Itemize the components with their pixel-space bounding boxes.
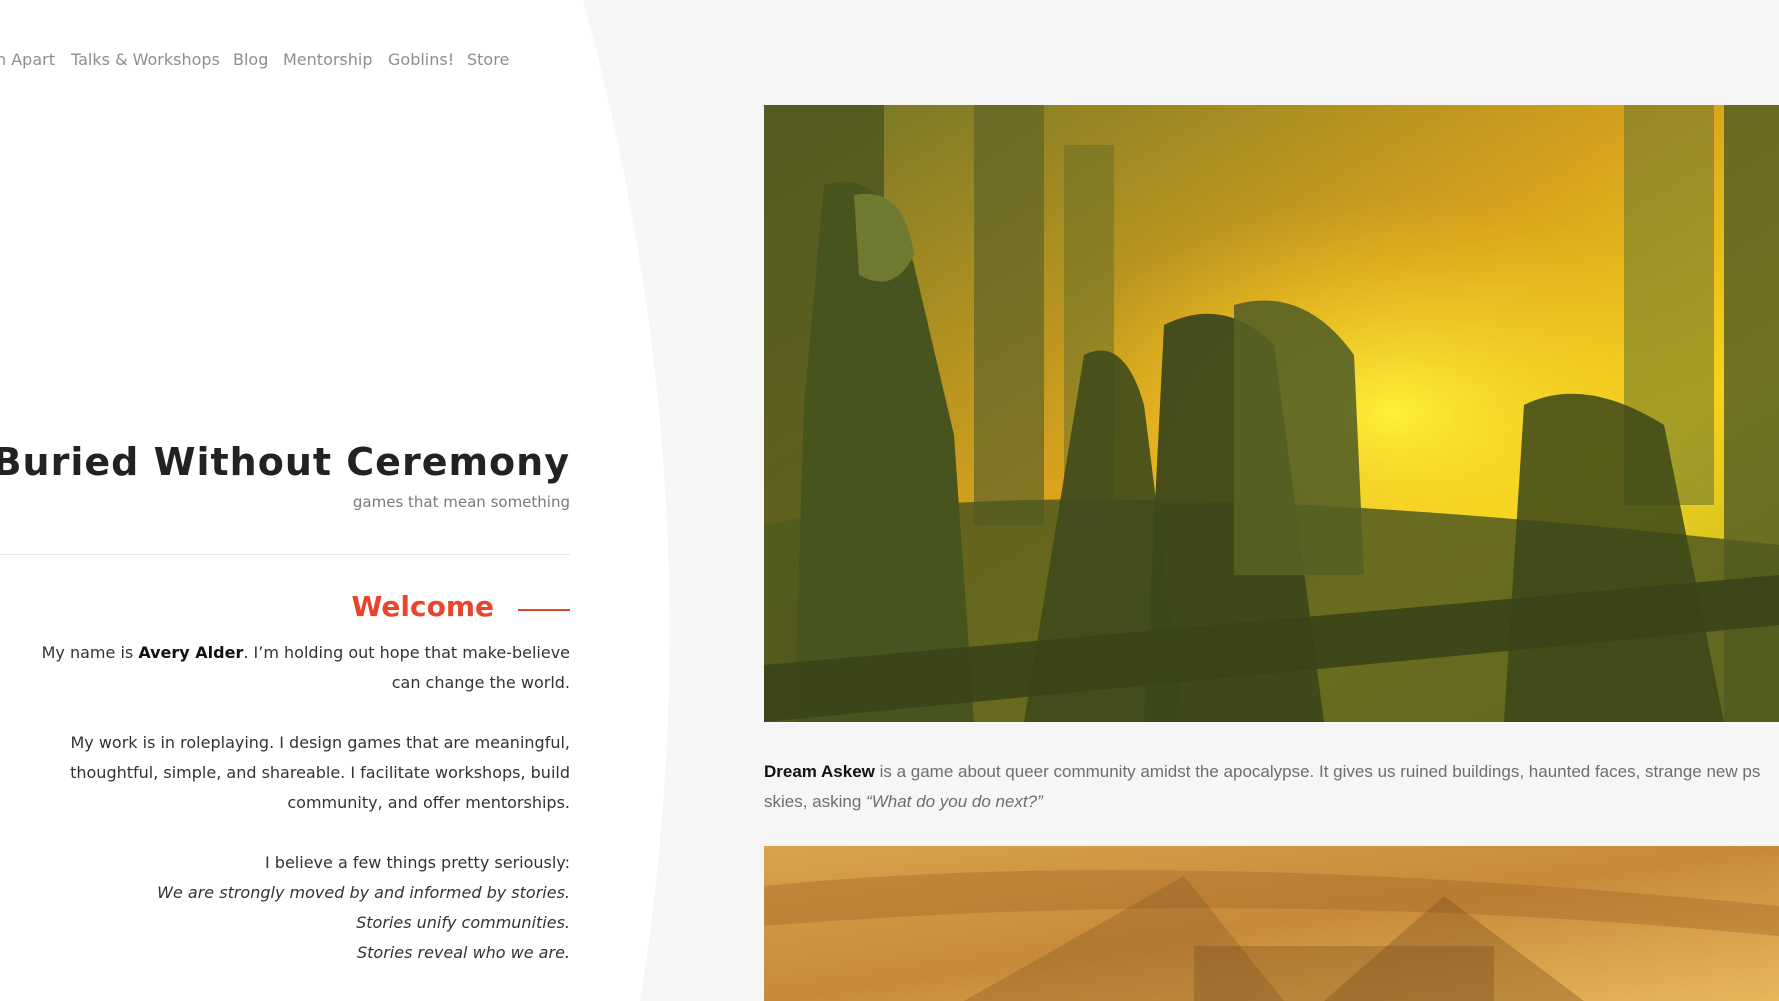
site-title[interactable]: Buried Without Ceremony xyxy=(0,440,570,484)
intro-paragraph-1: My name is Avery Alder. I’m holding out … xyxy=(10,638,570,698)
caption-line2-prefix: skies, asking xyxy=(764,792,867,811)
game-name-link[interactable]: Dream Askew xyxy=(764,762,875,781)
feature-caption: Dream Askew is a game about queer commun… xyxy=(764,757,1779,787)
dream-askew-illustration xyxy=(764,105,1779,722)
dream-askew-artwork[interactable] xyxy=(764,105,1779,722)
beliefs-block: I believe a few things pretty seriously:… xyxy=(10,848,570,968)
work-description: My work is in roleplaying. I design game… xyxy=(70,733,570,812)
header-divider xyxy=(0,554,570,555)
author-name: Avery Alder xyxy=(138,643,244,662)
intro-text-after: . I’m holding out hope that make-believe… xyxy=(243,643,570,692)
caption-quote: “What do you do next?” xyxy=(866,792,1043,811)
nav-item-store[interactable]: Store xyxy=(467,50,509,69)
welcome-accent-line xyxy=(518,609,570,611)
belief-item: Stories reveal who we are. xyxy=(356,943,570,962)
second-artwork[interactable] xyxy=(764,846,1779,1001)
feature-caption-line-2: skies, asking “What do you do next?” xyxy=(764,787,1043,817)
belief-item: Stories unify communities. xyxy=(356,913,570,932)
welcome-heading: Welcome xyxy=(351,590,494,623)
nav-item-goblins[interactable]: Goblins! xyxy=(388,50,454,69)
caption-text: is a game about queer community amidst t… xyxy=(874,762,1761,781)
intro-paragraph-2: My work is in roleplaying. I design game… xyxy=(10,728,570,818)
intro-text-before: My name is xyxy=(41,643,139,662)
right-column: Dream Askew is a game about queer commun… xyxy=(764,0,1779,1001)
belief-item: We are strongly moved by and informed by… xyxy=(157,883,570,902)
second-illustration xyxy=(764,846,1779,1001)
nav-item-talks-workshops[interactable]: Talks & Workshops xyxy=(71,50,220,69)
left-column: n Apart Talks & Workshops Blog Mentorshi… xyxy=(0,0,570,1001)
site-tagline: games that mean something xyxy=(352,493,570,511)
nav-item-blog[interactable]: Blog xyxy=(233,50,268,69)
beliefs-intro: I believe a few things pretty seriously: xyxy=(265,853,570,872)
nav-item-fall-apart[interactable]: n Apart xyxy=(0,50,55,69)
nav-item-mentorship[interactable]: Mentorship xyxy=(283,50,373,69)
